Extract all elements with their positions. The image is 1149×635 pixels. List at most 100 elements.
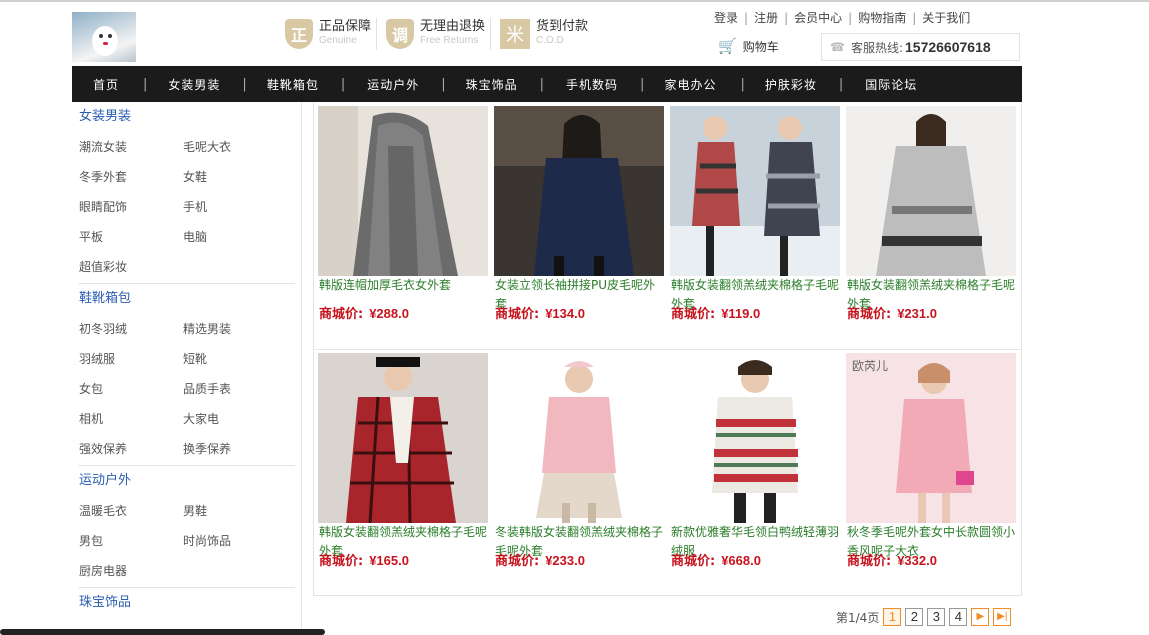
price-label: 商城价: xyxy=(671,307,716,322)
main-nav: 首页 | 女装男装 | 鞋靴箱包 | 运动户外 | 珠宝饰品 | 手机数码 | … xyxy=(72,66,1022,102)
subcategory-link[interactable]: 眼睛配饰 xyxy=(78,192,182,222)
product-card[interactable]: 冬装韩版女装翻领羔绒夹棉格子毛呢外套 商城价: ¥233.0 xyxy=(494,349,664,589)
nav-separator: | xyxy=(340,76,346,92)
category-title[interactable]: 运动户外 xyxy=(78,466,295,496)
product-card[interactable]: 韩版连帽加厚毛衣女外套 商城价: ¥288.0 xyxy=(318,102,488,342)
subcategory-link[interactable]: 毛呢大衣 xyxy=(182,132,292,162)
product-card[interactable]: 欧芮儿 秋冬季毛呢外套女中长款圆领小香风呢子大衣 商城价: ¥332.0 xyxy=(846,349,1016,589)
last-page-icon[interactable]: ▶| xyxy=(993,608,1012,626)
product-card[interactable]: 韩版女装翻领羔绒夹棉格子毛呢外套 商城价: ¥231.0 xyxy=(846,102,1016,342)
subcategory-link[interactable]: 男鞋 xyxy=(182,496,292,526)
guarantee-title: 无理由退换 xyxy=(420,19,486,34)
subcategory-link[interactable]: 女鞋 xyxy=(182,162,292,192)
price-label: 商城价: xyxy=(319,554,364,569)
about-us-link[interactable]: 关于我们 xyxy=(922,9,970,26)
nav-women-men[interactable]: 女装男装 xyxy=(168,76,220,93)
product-price: 商城价: ¥165.0 xyxy=(319,550,409,569)
subcategory-link[interactable]: 潮流女装 xyxy=(78,132,182,162)
product-price: 商城价: ¥233.0 xyxy=(495,550,585,569)
category-title[interactable]: 珠宝饰品 xyxy=(78,588,295,618)
subcategory-link[interactable]: 温暖毛衣 xyxy=(78,496,182,526)
category-title[interactable]: 女装男装 xyxy=(78,102,295,132)
product-image[interactable] xyxy=(494,106,664,276)
product-card[interactable]: 韩版女装翻领羔绒夹棉格子毛呢外套 商城价: ¥119.0 xyxy=(670,102,840,342)
page-3-button[interactable]: 3 xyxy=(927,608,946,626)
hotline-number: 15726607618 xyxy=(905,39,991,55)
product-name[interactable]: 韩版连帽加厚毛衣女外套 xyxy=(319,276,489,295)
subcategory-link[interactable]: 大家电 xyxy=(182,404,292,434)
product-image[interactable] xyxy=(670,353,840,523)
subcategory-link[interactable]: 初冬羽绒 xyxy=(78,314,182,344)
category-title[interactable]: 鞋靴箱包 xyxy=(78,284,295,314)
product-image[interactable] xyxy=(318,106,488,276)
subcategory-link[interactable]: 平板 xyxy=(78,222,182,252)
product-image[interactable] xyxy=(846,106,1016,276)
genuine-shield-icon: 正 xyxy=(285,19,313,49)
return-shield-icon: 调 xyxy=(386,19,414,49)
site-logo[interactable] xyxy=(72,12,136,62)
link-separator: | xyxy=(744,10,749,25)
subcategory-link[interactable]: 相机 xyxy=(78,404,182,434)
subcategory-link[interactable]: 换季保养 xyxy=(182,434,292,464)
link-separator: | xyxy=(784,10,789,25)
nav-shoes-bags[interactable]: 鞋靴箱包 xyxy=(267,76,319,93)
product-image[interactable] xyxy=(318,353,488,523)
logo-eye xyxy=(108,34,112,38)
subcategory-link[interactable]: 女包 xyxy=(78,374,182,404)
nav-digital[interactable]: 手机数码 xyxy=(566,76,618,93)
subcategory-link[interactable]: 电脑 xyxy=(182,222,292,252)
nav-separator: | xyxy=(640,76,645,92)
top-links: 登录 | 注册 | 会员中心 | 购物指南 | 关于我们 xyxy=(714,9,970,26)
product-image[interactable] xyxy=(670,106,840,276)
subcategory-link[interactable]: 超值彩妆 xyxy=(78,252,182,282)
product-image[interactable]: 欧芮儿 xyxy=(846,353,1016,523)
subcategory-link[interactable]: 强效保养 xyxy=(78,434,182,464)
nav-skincare[interactable]: 护肤彩妆 xyxy=(765,76,817,93)
nav-forum[interactable]: 国际论坛 xyxy=(865,76,917,93)
product-card[interactable]: 新款优雅奢华毛领白鸭绒轻薄羽绒服 商城价: ¥668.0 xyxy=(670,349,840,589)
horizontal-scrollbar[interactable] xyxy=(0,629,325,635)
page-1-button[interactable]: 1 xyxy=(883,608,902,626)
cart-label: 购物车 xyxy=(742,39,779,54)
nav-home[interactable]: 首页 xyxy=(93,76,119,93)
member-center-link[interactable]: 会员中心 xyxy=(794,9,842,26)
subcategory-link[interactable]: 时尚饰品 xyxy=(182,526,292,556)
guarantee-subtitle: Genuine xyxy=(319,35,357,46)
guarantee-returns: 调 无理由退换 Free Returns xyxy=(386,17,485,51)
product-card[interactable]: 女装立领长袖拼接PU皮毛呢外套 商城价: ¥134.0 xyxy=(494,102,664,342)
category-sidebar: 女装男装 潮流女装 毛呢大衣 冬季外套 女鞋 眼睛配饰 手机 平板 电脑 超值彩… xyxy=(72,102,302,635)
product-price: 商城价: ¥332.0 xyxy=(847,550,937,569)
login-link[interactable]: 登录 xyxy=(714,9,738,26)
register-link[interactable]: 注册 xyxy=(754,9,778,26)
guarantee-title: 货到付款 xyxy=(536,19,589,34)
nav-appliances[interactable]: 家电办公 xyxy=(664,76,716,93)
page-4-button[interactable]: 4 xyxy=(949,608,968,626)
page-2-button[interactable]: 2 xyxy=(905,608,924,626)
product-grid: 韩版连帽加厚毛衣女外套 商城价: ¥288.0 女装立领长袖拼接PU皮毛呢外套 商… xyxy=(313,102,1022,596)
product-image[interactable] xyxy=(494,353,664,523)
nav-jewelry[interactable]: 珠宝饰品 xyxy=(466,76,518,93)
subcategory-link[interactable]: 冬季外套 xyxy=(78,162,182,192)
category-section: 女装男装 潮流女装 毛呢大衣 冬季外套 女鞋 眼睛配饰 手机 平板 电脑 超值彩… xyxy=(78,102,295,284)
shopping-guide-link[interactable]: 购物指南 xyxy=(858,9,906,26)
phone-icon: ☎ xyxy=(830,40,845,54)
pagination: 第1/4页 1 2 3 4 ▶ ▶| xyxy=(836,608,1012,626)
guarantee-title: 正品保障 xyxy=(319,19,372,34)
subcategory-link[interactable]: 厨房电器 xyxy=(78,556,182,586)
product-card[interactable]: 韩版女装翻领羔绒夹棉格子毛呢外套 商城价: ¥165.0 xyxy=(318,349,488,589)
cart-icon: 🛒 xyxy=(718,37,737,55)
guarantee-divider xyxy=(490,18,491,50)
subcategory-link[interactable]: 品质手表 xyxy=(182,374,292,404)
subcategory-link[interactable]: 精选男装 xyxy=(182,314,292,344)
price-label: 商城价: xyxy=(319,307,364,322)
subcategory-link[interactable]: 男包 xyxy=(78,526,182,556)
nav-separator: | xyxy=(740,76,745,92)
subcategory-link[interactable]: 手机 xyxy=(182,192,292,222)
subcategory-link[interactable]: 羽绒服 xyxy=(78,344,182,374)
next-page-icon[interactable]: ▶ xyxy=(971,608,990,626)
subcategory-link[interactable]: 短靴 xyxy=(182,344,292,374)
cart-link[interactable]: 🛒 购物车 xyxy=(718,37,779,55)
link-separator: | xyxy=(912,10,917,25)
nav-separator: | xyxy=(441,76,446,92)
nav-sports[interactable]: 运动户外 xyxy=(367,76,419,93)
